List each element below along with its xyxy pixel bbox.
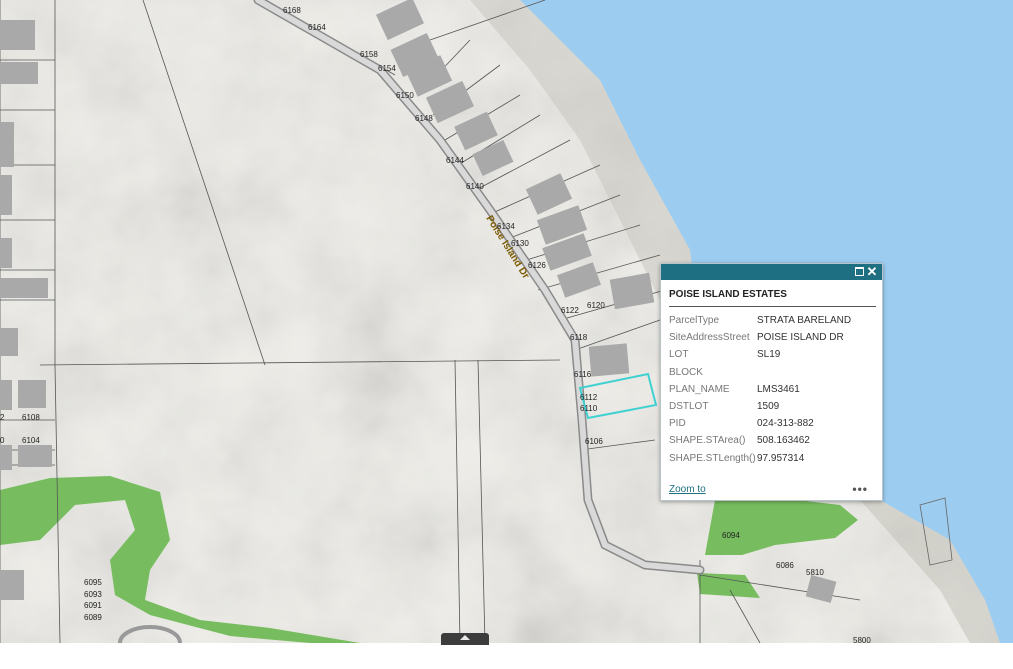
attribute-key: PLAN_NAME xyxy=(669,383,730,395)
more-options-button[interactable]: ••• xyxy=(852,482,868,496)
house-number: 5800 xyxy=(853,636,871,643)
house-number: 6122 xyxy=(561,306,579,315)
building xyxy=(0,175,12,215)
building xyxy=(0,380,12,410)
house-number: 2 xyxy=(0,413,5,422)
maximize-button[interactable] xyxy=(855,267,864,276)
attribute-row: PID 024-313-882 xyxy=(669,415,851,432)
house-number: 6120 xyxy=(587,301,605,310)
attribute-value xyxy=(757,364,851,381)
attribute-key: SHAPE.STLength() xyxy=(669,452,756,464)
attribute-key: SHAPE.STArea() xyxy=(669,435,746,447)
attribute-row: SiteAddressStreet POISE ISLAND DR xyxy=(669,329,851,346)
building xyxy=(0,278,48,298)
attribute-row: DSTLOT 1509 xyxy=(669,398,851,415)
close-button[interactable]: ✕ xyxy=(866,265,878,279)
house-number: 6108 xyxy=(22,413,40,422)
attribute-key: DSTLOT xyxy=(669,401,709,413)
popup-title: POISE ISLAND ESTATES xyxy=(669,289,876,307)
attribute-key: BLOCK xyxy=(669,366,703,378)
expand-panel-button[interactable] xyxy=(441,633,489,645)
house-number: 0 xyxy=(0,436,5,445)
maximize-icon xyxy=(855,267,864,276)
house-number: 6118 xyxy=(570,333,588,342)
house-number: 6140 xyxy=(466,182,484,191)
house-number: 6095 xyxy=(84,578,102,587)
house-number: 6116 xyxy=(574,370,592,379)
zoom-to-link[interactable]: Zoom to xyxy=(669,484,706,495)
house-number: 6144 xyxy=(446,156,464,165)
house-number: 5810 xyxy=(806,568,824,577)
house-number: 6094 xyxy=(722,531,740,540)
house-number: 6106 xyxy=(585,437,603,446)
house-number: 6091 xyxy=(84,601,102,610)
attribute-key: SiteAddressStreet xyxy=(669,332,750,344)
attribute-key: ParcelType xyxy=(669,315,720,327)
building xyxy=(0,122,14,167)
house-number: 6126 xyxy=(528,261,546,270)
building xyxy=(0,62,38,84)
house-number: 6150 xyxy=(396,91,414,100)
building xyxy=(0,328,18,356)
house-number: 6104 xyxy=(22,436,40,445)
house-number: 6093 xyxy=(84,590,102,599)
close-icon: ✕ xyxy=(866,264,878,279)
house-number: 6130 xyxy=(511,239,529,248)
popup-header-bar: ✕ xyxy=(661,264,882,280)
building xyxy=(0,570,24,600)
attribute-value: STRATA BARELAND xyxy=(757,315,852,327)
building xyxy=(18,380,46,408)
house-number: 6110 xyxy=(580,404,598,413)
house-number: 6168 xyxy=(283,6,301,15)
building xyxy=(0,238,12,268)
attribute-value: 97.957314 xyxy=(757,452,805,464)
attribute-value: 1509 xyxy=(757,401,780,413)
house-number: 6158 xyxy=(360,50,378,59)
building xyxy=(0,445,12,470)
attribute-value: 024-313-882 xyxy=(757,418,814,430)
house-number: 6089 xyxy=(84,613,102,622)
attribute-value: SL19 xyxy=(757,349,781,361)
parcel-info-popup: ✕ POISE ISLAND ESTATES ParcelType STRATA … xyxy=(660,263,883,501)
chevron-up-icon xyxy=(460,635,470,640)
attribute-value: POISE ISLAND DR xyxy=(757,332,844,344)
attribute-row: LOT SL19 xyxy=(669,346,851,363)
bottom-strip xyxy=(0,643,1013,669)
attribute-row: ParcelType STRATA BARELAND xyxy=(669,312,851,329)
house-number: 6148 xyxy=(415,114,433,123)
attribute-row: SHAPE.STArea() 508.163462 xyxy=(669,432,851,449)
attribute-value: 508.163462 xyxy=(757,435,810,447)
house-number: 6164 xyxy=(308,23,326,32)
attribute-row: SHAPE.STLength() 97.957314 xyxy=(669,450,851,467)
attribute-key: LOT xyxy=(669,349,689,361)
house-number: 6086 xyxy=(776,561,794,570)
building xyxy=(18,445,52,467)
house-number: 6112 xyxy=(580,393,598,402)
attribute-row: PLAN_NAME LMS3461 xyxy=(669,381,851,398)
building xyxy=(0,20,35,50)
attribute-value: LMS3461 xyxy=(757,383,800,395)
attribute-table: ParcelType STRATA BARELAND SiteAddressStr… xyxy=(669,312,851,467)
attribute-row: BLOCK xyxy=(669,364,851,381)
building xyxy=(588,343,630,377)
attribute-key: PID xyxy=(669,418,686,430)
house-number: 6134 xyxy=(497,222,515,231)
house-number: 6154 xyxy=(378,64,396,73)
